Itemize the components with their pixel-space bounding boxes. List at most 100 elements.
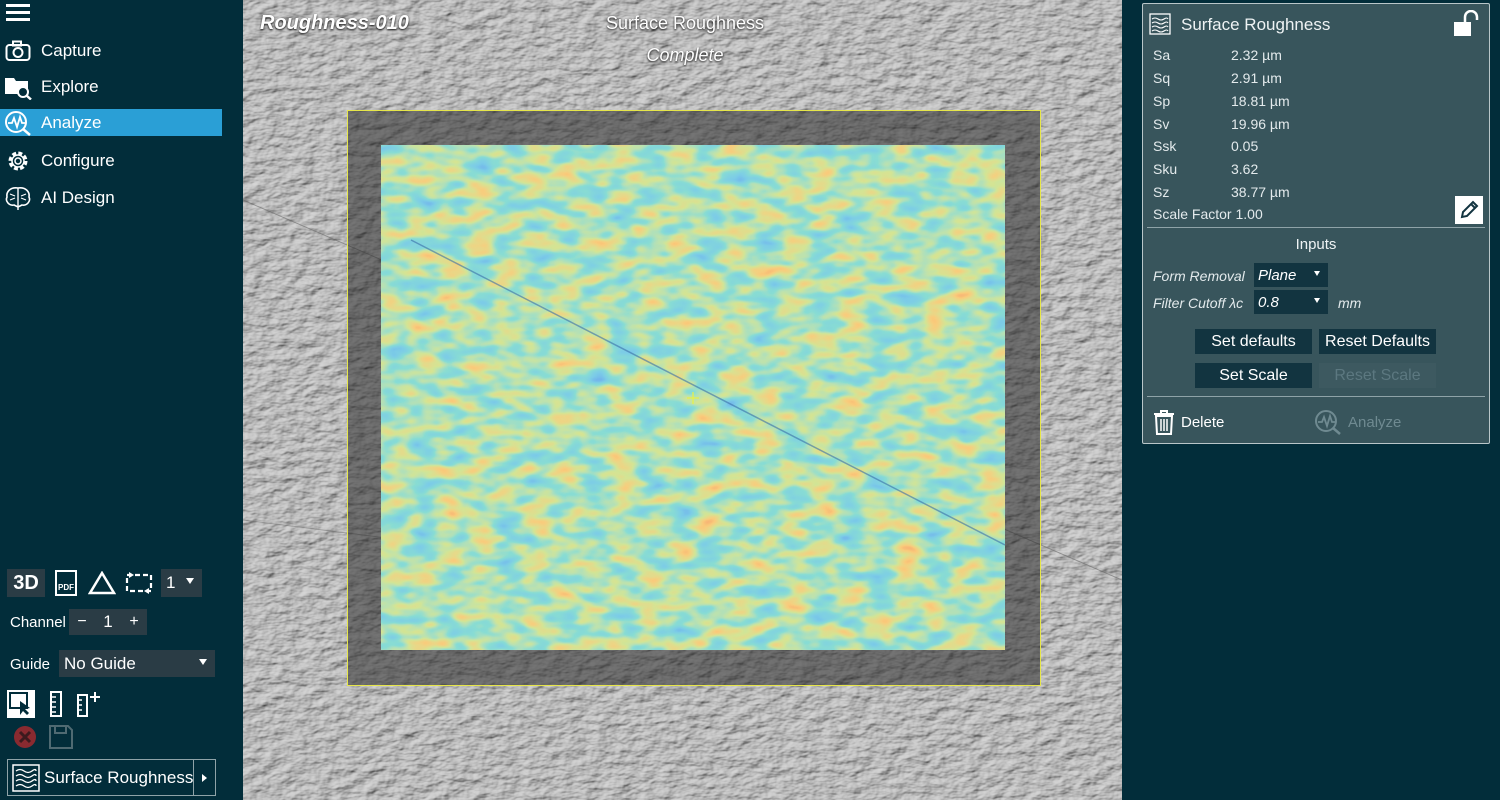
pdf-label: PDF bbox=[58, 583, 74, 592]
region-transform-button[interactable] bbox=[123, 569, 155, 597]
folder-search-icon bbox=[4, 74, 32, 100]
nav-item-analyze[interactable]: Analyze bbox=[0, 109, 222, 136]
layer-value: 1 bbox=[166, 573, 176, 592]
tool-title: Surface Roughness bbox=[605, 13, 765, 33]
result-value: 18.81 µm bbox=[1231, 93, 1290, 109]
result-value: 38.77 µm bbox=[1231, 184, 1290, 200]
nav-item-ai-design[interactable]: AI Design bbox=[0, 184, 222, 211]
image-viewer[interactable]: Roughness-010 Surface Roughness Complete bbox=[243, 0, 1122, 800]
analyze-wave-icon bbox=[4, 110, 32, 136]
nav-label: Capture bbox=[41, 40, 102, 60]
nav-item-explore[interactable]: Explore bbox=[0, 73, 222, 100]
inputs-heading: Inputs bbox=[1295, 236, 1337, 253]
tool-properties-panel: Surface Roughness Sa 2.32 µm Sq 2.91 µm Sp… bbox=[1142, 3, 1490, 444]
expand-arrow-icon[interactable] bbox=[193, 760, 215, 795]
divider bbox=[1147, 396, 1485, 397]
result-row-sa: Sa 2.32 µm bbox=[1153, 47, 1282, 63]
reset-defaults-button[interactable]: Reset Defaults bbox=[1319, 329, 1436, 354]
filter-cutoff-unit: mm bbox=[1338, 295, 1362, 311]
result-row-ssk: Ssk 0.05 bbox=[1153, 138, 1258, 154]
select-tool-button[interactable] bbox=[7, 690, 35, 718]
pencil-icon bbox=[1460, 200, 1479, 219]
guide-label: Guide bbox=[10, 656, 51, 673]
sidebar: Capture Explore Analyze Configure AI Des… bbox=[0, 0, 243, 800]
result-row-sku: Sku 3.62 bbox=[1153, 161, 1258, 177]
result-name: Sz bbox=[1153, 184, 1170, 200]
brain-icon bbox=[4, 185, 32, 211]
nav-label: AI Design bbox=[41, 187, 115, 207]
pdf-icon: PDF bbox=[55, 570, 77, 596]
nav-label: Configure bbox=[41, 150, 115, 170]
edit-scale-button[interactable] bbox=[1455, 196, 1483, 224]
delete-label: Delete bbox=[1181, 413, 1225, 431]
cancel-button[interactable] bbox=[10, 723, 40, 751]
delete-button[interactable]: Delete bbox=[1153, 408, 1224, 436]
add-ruler-button[interactable] bbox=[75, 690, 103, 718]
set-scale-button[interactable]: Set Scale bbox=[1195, 363, 1312, 388]
filter-cutoff-select[interactable]: 0.8 bbox=[1254, 290, 1328, 314]
roughness-heatmap bbox=[381, 145, 1005, 650]
ruler-tool-button[interactable] bbox=[44, 690, 68, 718]
result-name: Sv bbox=[1153, 116, 1170, 132]
gear-icon bbox=[4, 148, 32, 174]
guide-value: No Guide bbox=[64, 653, 136, 673]
form-removal-value: Plane bbox=[1258, 266, 1297, 284]
analyze-button[interactable]: Analyze bbox=[1314, 408, 1401, 436]
tool-selector-label: Surface Roughness bbox=[44, 767, 194, 787]
result-row-sz: Sz 38.77 µm bbox=[1153, 184, 1290, 200]
result-value: 3.62 bbox=[1231, 161, 1259, 177]
unlock-icon[interactable] bbox=[1451, 10, 1481, 38]
export-pdf-button[interactable]: PDF bbox=[52, 569, 80, 597]
analyze-label: Analyze bbox=[1348, 413, 1402, 431]
triangle-tool-button[interactable] bbox=[87, 569, 117, 597]
tool-selector[interactable]: Surface Roughness bbox=[7, 759, 216, 796]
result-value: 2.91 µm bbox=[1231, 70, 1282, 86]
triangle-icon bbox=[88, 571, 116, 595]
save-button[interactable] bbox=[46, 723, 76, 751]
guide-select[interactable]: No Guide bbox=[59, 650, 215, 677]
ruler-icon bbox=[50, 691, 62, 717]
result-name: Sku bbox=[1153, 161, 1178, 177]
cursor-select-icon bbox=[9, 692, 30, 715]
result-name: Sq bbox=[1153, 70, 1171, 86]
result-name: Sa bbox=[1153, 47, 1171, 63]
layer-select[interactable]: 1 bbox=[161, 569, 202, 597]
form-removal-label: Form Removal bbox=[1153, 268, 1245, 284]
result-value: 2.32 µm bbox=[1231, 47, 1282, 63]
save-icon bbox=[49, 725, 73, 749]
analyze-wave-icon bbox=[1315, 410, 1341, 435]
region-icon bbox=[125, 572, 153, 594]
close-circle-icon bbox=[14, 726, 36, 748]
form-removal-select[interactable]: Plane bbox=[1254, 263, 1328, 287]
channel-label: Channel bbox=[10, 614, 66, 631]
channel-value[interactable]: 1 bbox=[95, 609, 121, 635]
result-row-sq: Sq 2.91 µm bbox=[1153, 70, 1282, 86]
result-row-sv: Sv 19.96 µm bbox=[1153, 116, 1290, 132]
wave-surface-icon bbox=[1149, 13, 1171, 35]
nav-item-configure[interactable]: Configure bbox=[0, 147, 222, 174]
capture-name: Roughness-010 bbox=[260, 12, 409, 34]
nav-item-capture[interactable]: Capture bbox=[0, 37, 222, 64]
nav-label: Explore bbox=[41, 76, 99, 96]
filter-cutoff-value: 0.8 bbox=[1258, 293, 1279, 311]
result-name: Sp bbox=[1153, 93, 1171, 109]
nav-label: Analyze bbox=[41, 112, 102, 132]
menu-icon[interactable] bbox=[6, 4, 30, 24]
channel-increment-button[interactable]: + bbox=[121, 609, 147, 635]
panel-title: Surface Roughness bbox=[1181, 15, 1331, 34]
camera-icon bbox=[4, 38, 32, 64]
set-defaults-button[interactable]: Set defaults bbox=[1195, 329, 1312, 354]
divider bbox=[1147, 227, 1485, 228]
result-row-sp: Sp 18.81 µm bbox=[1153, 93, 1290, 109]
trash-icon bbox=[1154, 410, 1174, 435]
status-text: Complete bbox=[646, 45, 724, 65]
add-ruler-icon bbox=[77, 692, 100, 717]
channel-decrement-button[interactable]: − bbox=[69, 609, 95, 635]
scale-factor: Scale Factor 1.00 bbox=[1153, 206, 1263, 222]
view-3d-button[interactable]: 3D bbox=[7, 569, 45, 597]
reset-scale-button[interactable]: Reset Scale bbox=[1319, 363, 1436, 388]
filter-cutoff-label: Filter Cutoff λc bbox=[1153, 295, 1244, 311]
result-value: 0.05 bbox=[1231, 138, 1259, 154]
view-3d-label: 3D bbox=[13, 571, 39, 594]
result-value: 19.96 µm bbox=[1231, 116, 1290, 132]
